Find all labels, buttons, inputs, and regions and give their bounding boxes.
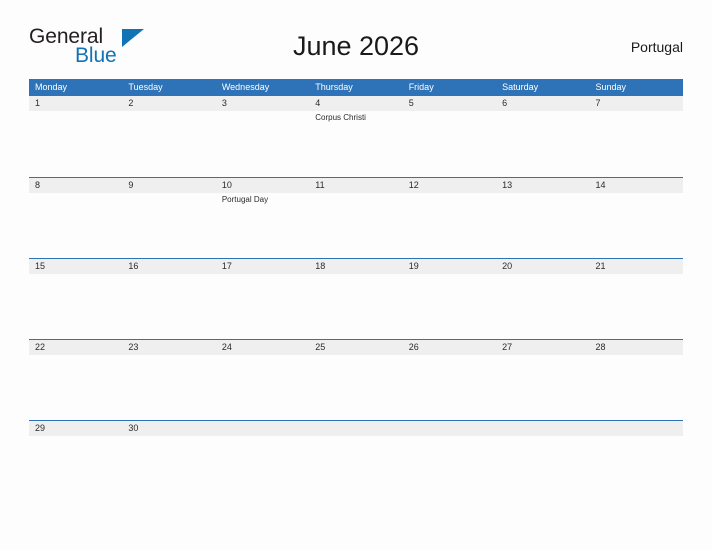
day-cell-28[interactable]: 28 bbox=[590, 340, 683, 420]
page-title: June 2026 bbox=[292, 31, 420, 61]
day-number: 21 bbox=[595, 261, 606, 271]
weekday-header-monday: Monday bbox=[35, 82, 68, 92]
day-events: Portugal Day bbox=[222, 194, 307, 205]
day-number: 25 bbox=[315, 342, 326, 352]
calendar-week-row: 8 9 10 Portugal Day 11 12 13 14 bbox=[29, 177, 683, 258]
week-days: 8 9 10 Portugal Day 11 12 13 14 bbox=[29, 178, 683, 258]
day-number: 7 bbox=[595, 98, 601, 108]
day-cell-empty bbox=[309, 421, 402, 444]
day-cell-9[interactable]: 9 bbox=[122, 178, 215, 258]
day-number: 30 bbox=[128, 423, 139, 433]
day-number: 10 bbox=[221, 180, 232, 190]
weekday-header-saturday: Saturday bbox=[502, 82, 539, 92]
day-cell-2[interactable]: 2 bbox=[122, 96, 215, 177]
day-number: 28 bbox=[595, 342, 606, 352]
day-cell-19[interactable]: 19 bbox=[403, 259, 496, 339]
weekday-header-tuesday: Tuesday bbox=[128, 82, 163, 92]
day-number: 14 bbox=[595, 180, 606, 190]
day-number: 4 bbox=[315, 98, 321, 108]
day-number: 17 bbox=[221, 261, 232, 271]
day-number: 1 bbox=[35, 98, 41, 108]
day-cell-30[interactable]: 30 bbox=[122, 421, 215, 444]
calendar-week-row: 29 30 bbox=[29, 420, 683, 444]
day-cell-12[interactable]: 12 bbox=[403, 178, 496, 258]
day-cell-empty bbox=[403, 421, 496, 444]
day-cell-21[interactable]: 21 bbox=[590, 259, 683, 339]
day-number: 6 bbox=[502, 98, 508, 108]
day-number: 23 bbox=[128, 342, 139, 352]
day-number: 24 bbox=[221, 342, 232, 352]
week-days: 22 23 24 25 26 27 28 bbox=[29, 340, 683, 420]
day-cell-27[interactable]: 27 bbox=[496, 340, 589, 420]
calendar-week-row: 15 16 17 18 19 20 21 bbox=[29, 258, 683, 339]
day-cell-25[interactable]: 25 bbox=[309, 340, 402, 420]
day-number: 27 bbox=[502, 342, 513, 352]
day-number: 19 bbox=[408, 261, 419, 271]
day-cell-6[interactable]: 6 bbox=[496, 96, 589, 177]
calendar-week-row: 1 2 3 4 Corpus Christi 5 6 7 bbox=[29, 96, 683, 177]
weekday-header-sunday: Sunday bbox=[595, 82, 627, 92]
day-number: 2 bbox=[128, 98, 134, 108]
day-cell-5[interactable]: 5 bbox=[403, 96, 496, 177]
day-cell-7[interactable]: 7 bbox=[590, 96, 683, 177]
calendar-page: General Blue June 2026 Portugal Monday Tu… bbox=[0, 0, 712, 550]
day-number: 9 bbox=[128, 180, 134, 190]
day-cell-26[interactable]: 26 bbox=[403, 340, 496, 420]
week-days: 15 16 17 18 19 20 21 bbox=[29, 259, 683, 339]
day-cell-23[interactable]: 23 bbox=[122, 340, 215, 420]
day-cell-22[interactable]: 22 bbox=[29, 340, 122, 420]
day-cell-empty bbox=[590, 421, 683, 444]
day-number: 15 bbox=[35, 261, 46, 271]
day-cell-4[interactable]: 4 Corpus Christi bbox=[309, 96, 402, 177]
day-number: 11 bbox=[315, 180, 325, 190]
day-number: 3 bbox=[221, 98, 227, 108]
week-days: 29 30 bbox=[29, 421, 683, 444]
day-cell-24[interactable]: 24 bbox=[216, 340, 309, 420]
day-cell-29[interactable]: 29 bbox=[29, 421, 122, 444]
day-number: 26 bbox=[408, 342, 419, 352]
day-cell-17[interactable]: 17 bbox=[216, 259, 309, 339]
weekday-header-thursday: Thursday bbox=[315, 82, 353, 92]
day-number: 8 bbox=[35, 180, 41, 190]
holiday-label: Portugal Day bbox=[221, 195, 269, 204]
day-number: 13 bbox=[502, 180, 513, 190]
weekday-header-wednesday: Wednesday bbox=[221, 82, 270, 92]
day-cell-11[interactable]: 11 bbox=[309, 178, 402, 258]
weekday-header-friday: Friday bbox=[408, 82, 434, 92]
calendar-week-row: 22 23 24 25 26 27 28 bbox=[29, 339, 683, 420]
day-cell-1[interactable]: 1 bbox=[29, 96, 122, 177]
day-cell-13[interactable]: 13 bbox=[496, 178, 589, 258]
day-cell-3[interactable]: 3 bbox=[216, 96, 309, 177]
calendar-weeks: 1 2 3 4 Corpus Christi 5 6 7 8 9 10 Portugal Day 11 1… bbox=[29, 96, 683, 444]
day-cell-16[interactable]: 16 bbox=[122, 259, 215, 339]
day-number: 18 bbox=[315, 261, 326, 271]
day-cell-8[interactable]: 8 bbox=[29, 178, 122, 258]
day-cell-empty bbox=[496, 421, 589, 444]
day-cell-20[interactable]: 20 bbox=[496, 259, 589, 339]
week-days: 1 2 3 4 Corpus Christi 5 6 7 bbox=[29, 96, 683, 177]
page-header: General Blue June 2026 Portugal bbox=[29, 26, 683, 72]
day-cell-10[interactable]: 10 Portugal Day bbox=[216, 178, 309, 258]
day-number: 29 bbox=[35, 423, 46, 433]
day-number: 20 bbox=[502, 261, 513, 271]
day-cell-empty bbox=[216, 421, 309, 444]
weekday-header-row: Monday Tuesday Wednesday Thursday Friday Satu… bbox=[29, 79, 683, 96]
day-number: 16 bbox=[128, 261, 139, 271]
day-events: Corpus Christi bbox=[315, 112, 400, 123]
day-cell-15[interactable]: 15 bbox=[29, 259, 122, 339]
calendar-grid: Monday Tuesday Wednesday Thursday Friday Satu… bbox=[29, 79, 683, 444]
country-label: Portugal bbox=[630, 39, 683, 55]
day-number: 5 bbox=[408, 98, 414, 108]
day-cell-18[interactable]: 18 bbox=[309, 259, 402, 339]
day-number: 22 bbox=[35, 342, 46, 352]
holiday-label: Corpus Christi bbox=[315, 113, 366, 122]
day-cell-14[interactable]: 14 bbox=[590, 178, 683, 258]
day-number: 12 bbox=[408, 180, 419, 190]
